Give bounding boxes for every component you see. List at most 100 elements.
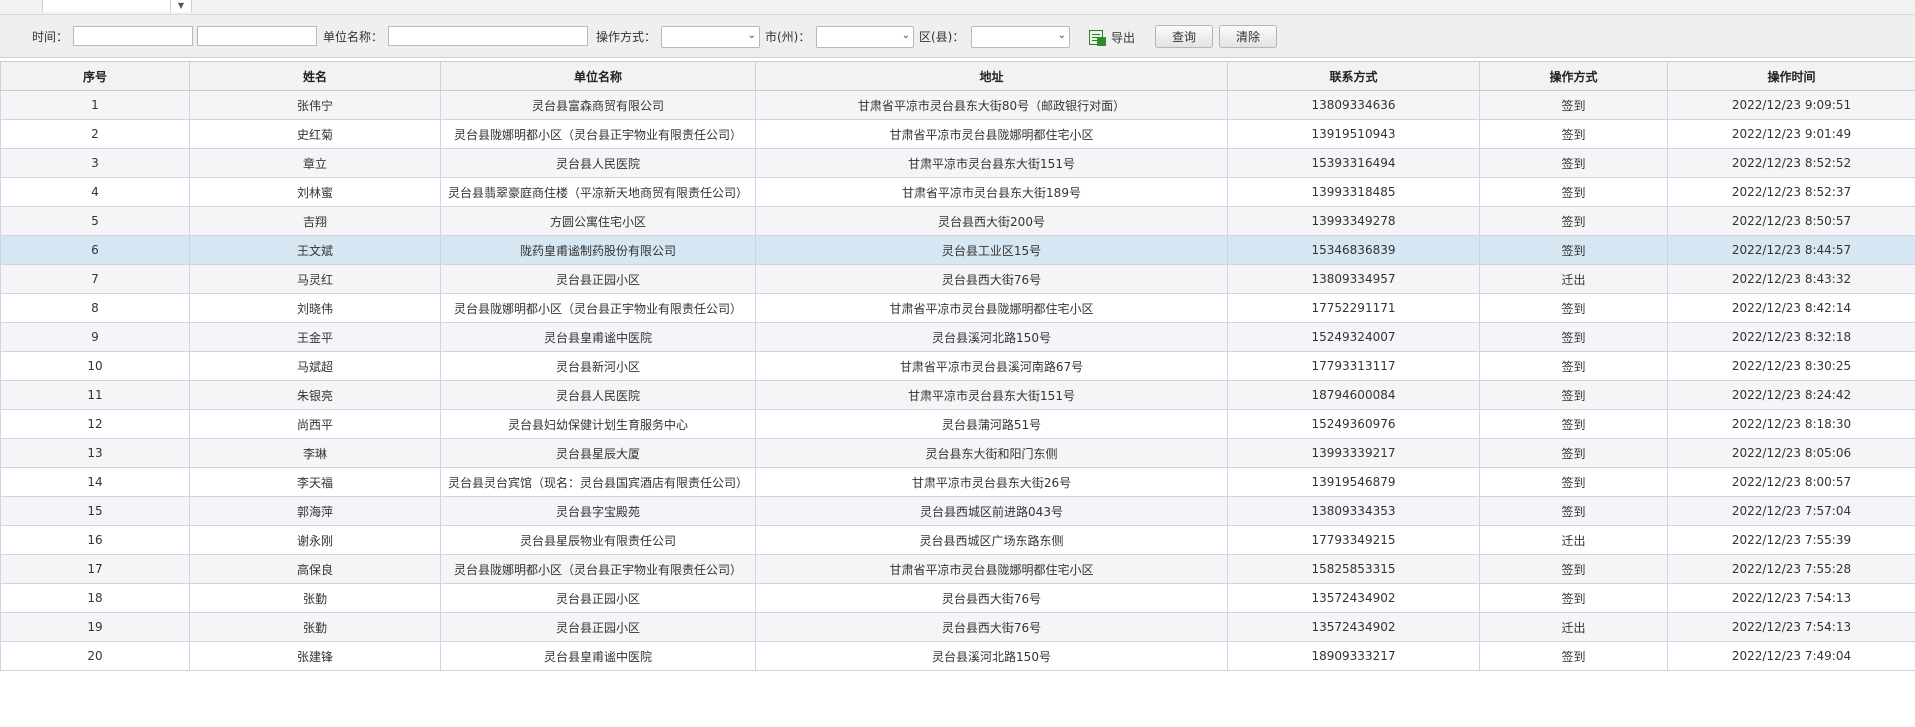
cell-name: 章立 <box>189 148 441 178</box>
table-row[interactable]: 20 张建锋 灵台县皇甫谧中医院 灵台县溪河北路150号 18909333217 签到 20… <box>0 641 1915 671</box>
top-tab-strip: ▼ <box>0 0 1915 15</box>
cell-index: 11 <box>0 380 190 410</box>
cell-name: 李天福 <box>189 467 441 497</box>
county-label: 区(县)： <box>919 30 965 44</box>
cell-index: 1 <box>0 90 190 120</box>
col-header-op-type[interactable]: 操作方式 <box>1479 61 1668 91</box>
col-header-name[interactable]: 姓名 <box>189 61 441 91</box>
cell-op-type: 签到 <box>1479 177 1668 207</box>
start-time-input[interactable] <box>73 26 193 46</box>
time-label: 时间： <box>32 30 69 44</box>
cell-name: 马灵红 <box>189 264 441 294</box>
cell-address: 灵台县蒲河路51号 <box>755 409 1228 439</box>
end-time-input[interactable] <box>197 26 317 46</box>
cell-unit: 方圆公寓住宅小区 <box>440 206 756 236</box>
cell-op-type: 迁出 <box>1479 264 1668 294</box>
cell-op-time: 2022/12/23 8:24:42 <box>1667 380 1915 410</box>
cell-name: 王文斌 <box>189 235 441 265</box>
table-row[interactable]: 19 张勤 灵台县正园小区 灵台县西大街76号 13572434902 迁出 2022/12… <box>0 612 1915 642</box>
cell-name: 张建锋 <box>189 641 441 671</box>
table-row[interactable]: 7 马灵红 灵台县正园小区 灵台县西大街76号 13809334957 迁出 2022/12… <box>0 264 1915 294</box>
city-label: 市(州)： <box>765 30 811 44</box>
table-row[interactable]: 8 刘晓伟 灵台县陇娜明都小区（灵台县正宇物业有限责任公司） 甘肃省平凉市灵台县陇娜明… <box>0 293 1915 323</box>
cell-unit: 灵台县字宝殿苑 <box>440 496 756 526</box>
cell-contact: 15825853315 <box>1227 554 1480 584</box>
table-row[interactable]: 4 刘林蜜 灵台县翡翠豪庭商住楼（平凉新天地商贸有限责任公司） 甘肃省平凉市灵台县东大… <box>0 177 1915 207</box>
table-header-row: 序号 姓名 单位名称 地址 联系方式 操作方式 操作时间 <box>0 61 1915 91</box>
table-row[interactable]: 16 谢永刚 灵台县星辰物业有限责任公司 灵台县西城区广场东路东侧 1779334921… <box>0 525 1915 555</box>
col-header-index[interactable]: 序号 <box>0 61 190 91</box>
table-row[interactable]: 14 李天福 灵台县灵台宾馆（现名：灵台县国宾酒店有限责任公司） 甘肃平凉市灵台县东大… <box>0 467 1915 497</box>
table-row[interactable]: 9 王金平 灵台县皇甫谧中医院 灵台县溪河北路150号 15249324007 签到 202… <box>0 322 1915 352</box>
table-row[interactable]: 3 章立 灵台县人民医院 甘肃平凉市灵台县东大街151号 15393316494 签到 20… <box>0 148 1915 178</box>
cell-address: 甘肃平凉市灵台县东大街151号 <box>755 380 1228 410</box>
col-header-unit[interactable]: 单位名称 <box>440 61 756 91</box>
cell-op-time: 2022/12/23 7:49:04 <box>1667 641 1915 671</box>
cell-unit: 灵台县正园小区 <box>440 612 756 642</box>
cell-op-time: 2022/12/23 8:05:06 <box>1667 438 1915 468</box>
cell-unit: 灵台县人民医院 <box>440 380 756 410</box>
cell-index: 9 <box>0 322 190 352</box>
cell-address: 灵台县东大街和阳门东侧 <box>755 438 1228 468</box>
cell-unit: 灵台县星辰大厦 <box>440 438 756 468</box>
cell-contact: 13993349278 <box>1227 206 1480 236</box>
tab-dropdown[interactable]: ▼ <box>42 0 192 12</box>
op-type-label: 操作方式： <box>596 30 657 44</box>
cell-op-time: 2022/12/23 8:52:52 <box>1667 148 1915 178</box>
cell-op-type: 迁出 <box>1479 525 1668 555</box>
table-row[interactable]: 1 张伟宁 灵台县富森商贸有限公司 甘肃省平凉市灵台县东大街80号（邮政银行对面） 13… <box>0 90 1915 120</box>
cell-address: 甘肃省平凉市灵台县陇娜明都住宅小区 <box>755 293 1228 323</box>
cell-contact: 13572434902 <box>1227 612 1480 642</box>
cell-address: 甘肃省平凉市灵台县东大街80号（邮政银行对面） <box>755 90 1228 120</box>
table-row[interactable]: 12 尚西平 灵台县妇幼保健计划生育服务中心 灵台县蒲河路51号 15249360976… <box>0 409 1915 439</box>
cell-contact: 17752291171 <box>1227 293 1480 323</box>
unit-name-label: 单位名称： <box>323 30 384 44</box>
clear-button[interactable]: 清除 <box>1219 25 1277 48</box>
col-header-op-time[interactable]: 操作时间 <box>1667 61 1915 91</box>
cell-unit: 灵台县陇娜明都小区（灵台县正宇物业有限责任公司） <box>440 293 756 323</box>
col-header-address[interactable]: 地址 <box>755 61 1228 91</box>
cell-address: 甘肃省平凉市灵台县陇娜明都住宅小区 <box>755 119 1228 149</box>
table-row[interactable]: 10 马斌超 灵台县新河小区 甘肃省平凉市灵台县溪河南路67号 17793313117 签… <box>0 351 1915 381</box>
col-header-contact[interactable]: 联系方式 <box>1227 61 1480 91</box>
table-row[interactable]: 11 朱银亮 灵台县人民医院 甘肃平凉市灵台县东大街151号 18794600084 签到… <box>0 380 1915 410</box>
cell-op-type: 签到 <box>1479 235 1668 265</box>
cell-name: 张伟宁 <box>189 90 441 120</box>
cell-name: 史红菊 <box>189 119 441 149</box>
export-button[interactable]: 导出 <box>1089 27 1137 49</box>
cell-address: 灵台县西大街76号 <box>755 583 1228 613</box>
cell-index: 8 <box>0 293 190 323</box>
cell-index: 17 <box>0 554 190 584</box>
cell-name: 尚西平 <box>189 409 441 439</box>
cell-address: 甘肃平凉市灵台县东大街26号 <box>755 467 1228 497</box>
city-select[interactable]: ⌄ <box>816 26 914 48</box>
cell-name: 李琳 <box>189 438 441 468</box>
county-select[interactable]: ⌄ <box>971 26 1070 48</box>
cell-contact: 13809334353 <box>1227 496 1480 526</box>
cell-contact: 13809334957 <box>1227 264 1480 294</box>
op-type-select[interactable]: ⌄ <box>661 26 760 48</box>
cell-name: 谢永刚 <box>189 525 441 555</box>
cell-name: 王金平 <box>189 322 441 352</box>
chevron-down-icon[interactable]: ▼ <box>170 0 191 12</box>
cell-op-type: 签到 <box>1479 351 1668 381</box>
cell-index: 6 <box>0 235 190 265</box>
table-row[interactable]: 5 吉翔 方圆公寓住宅小区 灵台县西大街200号 13993349278 签到 2022/1… <box>0 206 1915 236</box>
table-row[interactable]: 6 王文斌 陇药皇甫谧制药股份有限公司 灵台县工业区15号 15346836839 签到 2… <box>0 235 1915 265</box>
cell-op-type: 签到 <box>1479 554 1668 584</box>
cell-unit: 灵台县星辰物业有限责任公司 <box>440 525 756 555</box>
cell-contact: 13993318485 <box>1227 177 1480 207</box>
cell-op-type: 签到 <box>1479 380 1668 410</box>
query-button[interactable]: 查询 <box>1155 25 1213 48</box>
cell-address: 甘肃平凉市灵台县东大街151号 <box>755 148 1228 178</box>
chevron-down-icon: ⌄ <box>901 30 910 41</box>
table-row[interactable]: 15 郭海萍 灵台县字宝殿苑 灵台县西城区前进路043号 13809334353 签到 20… <box>0 496 1915 526</box>
cell-address: 灵台县西城区前进路043号 <box>755 496 1228 526</box>
table-row[interactable]: 2 史红菊 灵台县陇娜明都小区（灵台县正宇物业有限责任公司） 甘肃省平凉市灵台县陇娜明… <box>0 119 1915 149</box>
cell-unit: 灵台县皇甫谧中医院 <box>440 641 756 671</box>
cell-name: 马斌超 <box>189 351 441 381</box>
table-row[interactable]: 18 张勤 灵台县正园小区 灵台县西大街76号 13572434902 签到 2022/12… <box>0 583 1915 613</box>
table-row[interactable]: 13 李琳 灵台县星辰大厦 灵台县东大街和阳门东侧 13993339217 签到 2022/… <box>0 438 1915 468</box>
table-row[interactable]: 17 高保良 灵台县陇娜明都小区（灵台县正宇物业有限责任公司） 甘肃省平凉市灵台县陇娜… <box>0 554 1915 584</box>
unit-name-input[interactable] <box>388 26 588 46</box>
